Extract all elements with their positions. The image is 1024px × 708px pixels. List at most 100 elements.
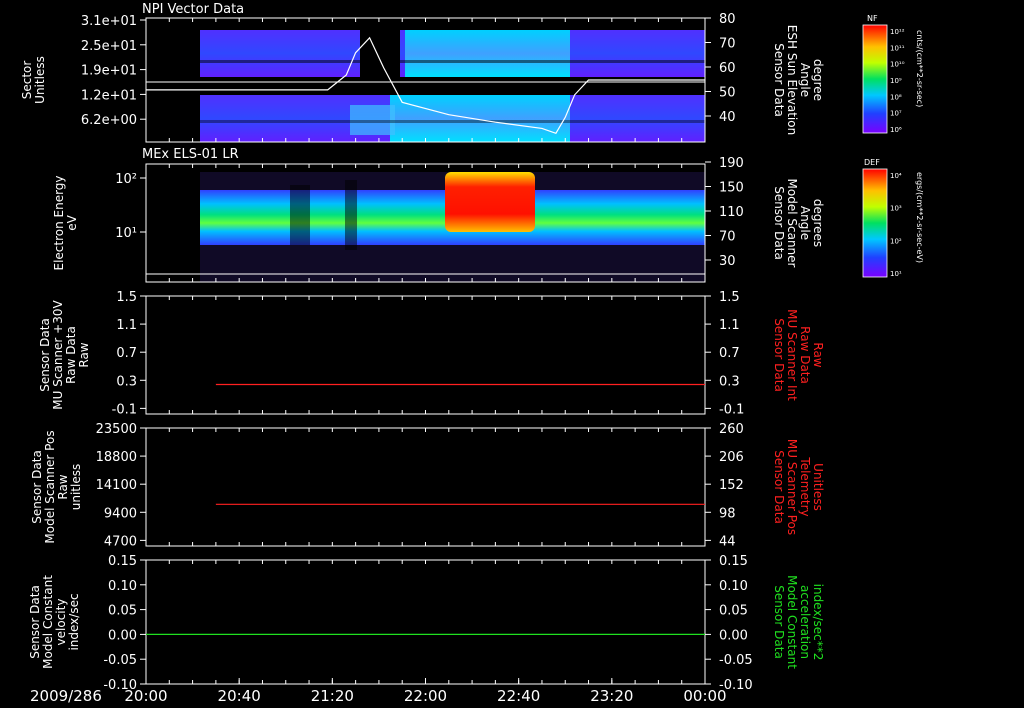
left-axis-title: Sensor DataModel Scanner PosRawunitless — [30, 430, 83, 543]
nf-colorbar-tick: 10¹⁰ — [890, 61, 905, 69]
left-tick-label: 3.1e+01 — [81, 14, 137, 29]
right-axis-title-line: Raw — [811, 342, 825, 367]
right-tick-label: 0.15 — [719, 554, 748, 569]
right-tick-label: 70 — [719, 37, 736, 52]
left-tick-label: 2.5e+01 — [81, 39, 137, 54]
right-tick-label: 260 — [719, 422, 744, 437]
nf-colorbar-scale — [862, 24, 888, 134]
x-tick-label: 20:00 — [124, 687, 167, 705]
nf-colorbar-tick: 10⁸ — [890, 93, 902, 101]
right-tick-label: -0.05 — [719, 653, 753, 668]
left-axis-title-line: index/sec — [67, 593, 81, 650]
right-axis-title-line: Angle — [798, 63, 812, 97]
right-axis-title-line: Sensor Data — [772, 43, 786, 117]
right-tick-label: 206 — [719, 450, 744, 465]
right-tick-label: 1.5 — [719, 290, 740, 305]
right-axis-title-line: Sensor Data — [772, 318, 786, 392]
x-tick-label: 21:20 — [311, 687, 354, 705]
right-axis-title-line: acceleration — [798, 585, 812, 659]
right-tick-label: 50 — [719, 86, 736, 101]
panel3-frame — [145, 295, 706, 415]
els-panel-title: MEx ELS-01 LR — [142, 147, 239, 162]
nf-colorbar-unit: cnts/(cm**2-sr-sec) — [915, 30, 924, 107]
left-tick-label: 1.5 — [116, 290, 137, 305]
right-tick-label: 80 — [719, 12, 736, 27]
left-axis-title-line: Sector — [20, 61, 34, 100]
left-tick-label: 9400 — [104, 506, 137, 521]
nf-colorbar-tick: 10¹¹ — [890, 44, 905, 52]
left-tick-label: 18800 — [96, 450, 137, 465]
left-tick-label: 0.05 — [108, 604, 137, 619]
right-axis-title-line: degree — [811, 59, 825, 101]
left-axis-title: SectorUnitless — [20, 56, 47, 104]
right-tick-label: 1.1 — [719, 318, 740, 333]
right-axis-title-line: Raw Data — [798, 326, 812, 384]
right-axis-title-line: Model Scanner — [785, 179, 799, 268]
right-tick-label: 0.10 — [719, 579, 748, 594]
left-axis-title: Sensor DataModel Constantvelocityindex/s… — [28, 575, 81, 669]
right-axis-title-line: degrees — [811, 199, 825, 247]
right-tick-label: 150 — [719, 181, 744, 196]
right-tick-label: 44 — [719, 534, 736, 549]
npi-panel-title: NPI Vector Data — [142, 2, 244, 17]
left-axis-title-line: Model Constant — [41, 575, 55, 669]
right-tick-label: -0.1 — [719, 402, 744, 417]
def-colorbar-label: DEF — [864, 158, 880, 167]
right-tick-label: 110 — [719, 205, 744, 220]
left-tick-label: 1.2e+01 — [81, 88, 137, 103]
els-panel: MEx ELS-01 LR — [142, 147, 706, 283]
nf-colorbar-tick: 10¹² — [890, 28, 905, 36]
left-axis-title-line: Electron Energy — [52, 175, 66, 270]
panel4-frame — [145, 427, 706, 547]
left-axis-title: Sensor DataMU Scanner +30VRaw DataRaw — [38, 300, 91, 410]
right-tick-label: 60 — [719, 61, 736, 76]
def-colorbar-tick: 10¹ — [890, 270, 902, 278]
right-tick-label: 152 — [719, 478, 744, 493]
nf-colorbar-tick: 10⁹ — [890, 77, 902, 85]
left-tick-label: 0.00 — [108, 628, 137, 643]
npi-spectrogram — [200, 30, 705, 142]
x-tick-label: 22:40 — [497, 687, 540, 705]
right-axis-title: Sensor DataMU Scanner IntRaw DataRaw — [772, 309, 825, 401]
left-axis-title-line: unitless — [69, 464, 83, 510]
left-tick-label: -0.05 — [103, 653, 137, 668]
date-label: 2009/286 — [30, 687, 102, 705]
left-axis-title-line: Raw — [56, 474, 70, 499]
left-tick-label: 0.10 — [108, 579, 137, 594]
def-colorbar-tick: 10² — [890, 237, 902, 245]
left-tick-label: 4700 — [104, 534, 137, 549]
multi-panel-plot: NPI Vector Data MEx ELS-01 LR 3.1e+012.5… — [20, 2, 924, 705]
left-axis-title-line: Raw — [77, 342, 91, 367]
right-tick-label: 30 — [719, 254, 736, 269]
right-tick-label: 0.00 — [719, 628, 748, 643]
left-axis-title: Electron EnergyeV — [52, 175, 79, 270]
right-tick-label: 0.3 — [719, 374, 740, 389]
right-axis-title: Sensor DataMU Scanner PosTelemetryUnitle… — [772, 439, 825, 535]
npi-panel: NPI Vector Data — [142, 2, 706, 143]
left-axis-title-line: eV — [65, 214, 79, 230]
x-tick-label: 00:00 — [683, 687, 726, 705]
def-colorbar-unit: ergs/(cm**2-sr-sec-eV) — [915, 172, 924, 263]
right-axis-title: Sensor DataESH Sun ElevationAngledegree — [772, 25, 825, 135]
left-tick-label: 10¹ — [115, 226, 137, 241]
nf-colorbar-tick: 10⁶ — [890, 126, 902, 134]
right-tick-label: 190 — [719, 156, 744, 171]
left-axis-title-line: MU Scanner +30V — [51, 300, 65, 410]
left-tick-label: 14100 — [96, 478, 137, 493]
left-tick-label: 1.1 — [116, 318, 137, 333]
right-tick-label: 70 — [719, 230, 736, 245]
els-spectrogram — [200, 172, 705, 282]
left-tick-label: 23500 — [96, 422, 137, 437]
left-axis-title-line: Model Scanner Pos — [43, 430, 57, 543]
left-axis-title-line: Raw Data — [64, 326, 78, 384]
right-axis-title-line: Model Constant — [785, 575, 799, 669]
right-tick-label: 40 — [719, 110, 736, 125]
left-tick-label: -0.1 — [112, 402, 137, 417]
left-tick-label: 0.7 — [116, 346, 137, 361]
def-colorbar-scale — [862, 168, 888, 278]
nf-colorbar: NF 10¹² 10¹¹ 10¹⁰ 10⁹ 10⁸ 10⁷ 10⁶ cnts/(cm**2-… — [862, 14, 924, 134]
def-colorbar-tick: 10³ — [890, 205, 902, 213]
right-axis-title-line: Unitless — [811, 463, 825, 511]
right-axis-title-line: Sensor Data — [772, 585, 786, 659]
x-tick-label: 22:00 — [404, 687, 447, 705]
